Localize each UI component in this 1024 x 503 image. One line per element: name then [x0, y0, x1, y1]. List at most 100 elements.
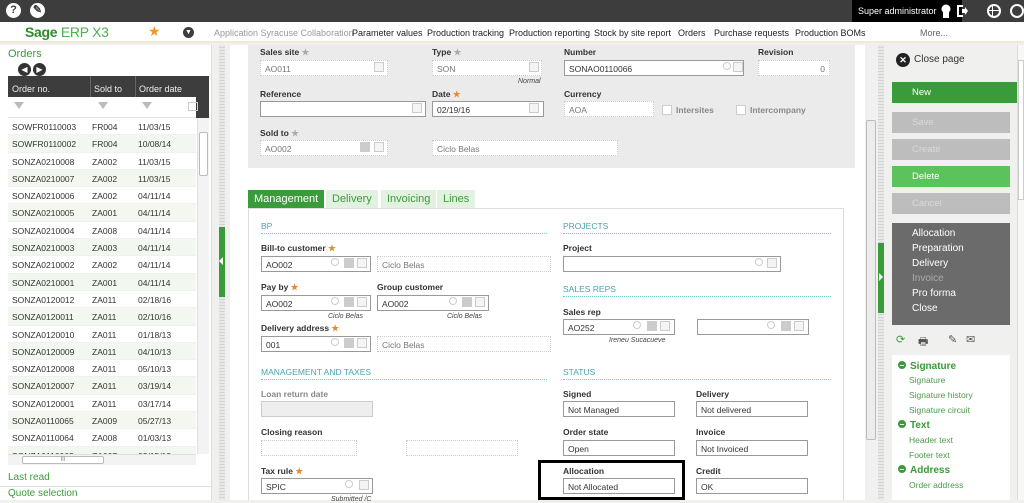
table-row[interactable]: SONZA0210005 ZA001 04/11/14: [8, 204, 196, 222]
go-to-icon[interactable]: [647, 321, 657, 331]
table-row[interactable]: SONZA0120011 ZA011 02/10/16: [8, 308, 196, 326]
nav-item-more[interactable]: More...: [920, 28, 948, 38]
search-icon[interactable]: [449, 297, 457, 305]
nav-item-syracuse-collaboration[interactable]: Application Syracuse Collaboration: [214, 28, 354, 38]
link-signature[interactable]: Signature: [909, 375, 945, 385]
main-vertical-scrollbar[interactable]: [865, 45, 877, 500]
detail-icon[interactable]: [357, 338, 367, 348]
collapse-left-panel-handle[interactable]: [219, 227, 225, 297]
table-row[interactable]: SONZA0210001 ZA001 04/11/14: [8, 273, 196, 291]
nav-item-orders[interactable]: Orders: [678, 28, 706, 38]
link-group-address[interactable]: Address: [898, 465, 950, 476]
logo[interactable]: Sage ERP X3: [25, 24, 109, 40]
logout-icon[interactable]: [956, 4, 968, 18]
table-row[interactable]: SOWFR0110002 FR004 10/08/14: [8, 135, 196, 153]
revision-field[interactable]: 0: [758, 60, 830, 76]
nav-item-production-tracking[interactable]: Production tracking: [427, 28, 504, 38]
cancel-button[interactable]: Cancel: [892, 193, 1010, 214]
collapse-right-panel-handle[interactable]: [878, 243, 884, 313]
filter-icon[interactable]: [14, 102, 24, 109]
table-row[interactable]: SONZA0210006 ZA002 04/11/14: [8, 187, 196, 205]
number-field[interactable]: SONAO0110066: [564, 60, 744, 76]
user-name[interactable]: Super administrator: [858, 6, 937, 16]
nav-item-production-reporting[interactable]: Production reporting: [509, 28, 590, 38]
filter-icon[interactable]: [142, 102, 152, 109]
column-header-sold-to[interactable]: Sold to: [94, 84, 122, 94]
detail-icon[interactable]: [529, 62, 539, 72]
detail-icon[interactable]: [733, 62, 743, 72]
pay-by-field[interactable]: AO002: [261, 295, 371, 311]
table-row[interactable]: SONZA0210007 ZA002 11/03/15: [8, 169, 196, 188]
right-panel-scrollbar[interactable]: [1017, 45, 1024, 500]
go-to-icon[interactable]: [781, 321, 791, 331]
vertical-scrollbar[interactable]: [197, 118, 209, 454]
previous-arrow-icon[interactable]: ◀: [18, 63, 31, 76]
table-row[interactable]: SONZA0210008 ZA002 11/03/15: [8, 153, 196, 170]
last-read-link[interactable]: Last read: [8, 472, 50, 483]
detail-icon[interactable]: [767, 258, 777, 268]
detail-icon[interactable]: [475, 297, 485, 307]
next-arrow-icon[interactable]: ▶: [33, 63, 46, 76]
type-field[interactable]: SON: [432, 60, 542, 76]
detail-icon[interactable]: [412, 103, 422, 113]
intersites-checkbox[interactable]: [662, 105, 672, 115]
table-row[interactable]: SONZA0110065 ZA009 05/27/13: [8, 412, 196, 430]
calendar-icon[interactable]: [188, 102, 198, 111]
link-group-signature[interactable]: Signature: [898, 361, 956, 372]
chevron-down-icon[interactable]: ▼: [183, 27, 194, 38]
tab-lines[interactable]: Lines: [437, 190, 476, 208]
new-button[interactable]: New: [892, 82, 1018, 103]
horizontal-scrollbar[interactable]: III: [8, 454, 196, 465]
delivery-address-field[interactable]: 001: [261, 336, 371, 352]
help-icon[interactable]: ?: [6, 3, 21, 18]
globe-icon[interactable]: [987, 4, 1001, 18]
table-row[interactable]: SONZA0210002 ZA002 04/11/14: [8, 256, 196, 274]
search-icon[interactable]: [767, 321, 775, 329]
detail-icon[interactable]: [357, 297, 367, 307]
create-button[interactable]: Create: [892, 139, 1010, 160]
tab-delivery[interactable]: Delivery: [326, 190, 378, 208]
link-order-address[interactable]: Order address: [909, 480, 963, 490]
search-icon[interactable]: [755, 258, 763, 266]
user-avatar-icon[interactable]: [940, 4, 952, 18]
table-row[interactable]: SONZA0120008 ZA011 05/10/13: [8, 360, 196, 378]
search-icon[interactable]: [633, 321, 641, 329]
bill-to-field[interactable]: AO002: [261, 256, 371, 272]
sales-rep-field[interactable]: AO252: [563, 319, 675, 335]
table-row[interactable]: SONZA0210004 ZA008 04/11/14: [8, 222, 196, 240]
right-splitter[interactable]: [878, 45, 884, 500]
table-row[interactable]: SONZA0120009 ZA011 04/10/13: [8, 342, 196, 361]
calendar-icon[interactable]: [529, 103, 539, 113]
link-footer-text[interactable]: Footer text: [909, 450, 950, 460]
left-splitter[interactable]: [219, 45, 225, 500]
date-field[interactable]: 02/19/16: [432, 101, 544, 117]
closing-reason-field[interactable]: [261, 440, 357, 456]
table-row[interactable]: SONZA0120007 ZA011 03/19/14: [8, 377, 196, 395]
nav-item-parameter-values[interactable]: Parameter values: [352, 28, 423, 38]
detail-icon[interactable]: [359, 480, 369, 490]
table-row[interactable]: SONZA0110064 ZA008 01/03/13: [8, 429, 196, 447]
table-row[interactable]: SONZA0120001 ZA011 03/17/14: [8, 395, 196, 413]
table-row[interactable]: SOWFR0110003 FR004 11/03/15: [8, 118, 196, 136]
attachment-icon[interactable]: ✎: [948, 333, 957, 346]
sales-rep-2-field[interactable]: [697, 319, 809, 335]
link-group-text[interactable]: Text: [898, 420, 930, 431]
tab-invoicing[interactable]: Invoicing: [381, 190, 437, 208]
detail-icon[interactable]: [357, 258, 367, 268]
table-row[interactable]: SONZA0120010 ZA011 01/18/13: [8, 326, 196, 343]
refresh-icon[interactable]: ⟳: [896, 333, 905, 346]
filter-icon[interactable]: [98, 102, 108, 109]
go-to-icon[interactable]: [344, 258, 354, 268]
nav-item-stock-by-site-report[interactable]: Stock by site report: [594, 28, 671, 38]
intercompany-checkbox[interactable]: [736, 105, 746, 115]
table-row[interactable]: SONZA0120012 ZA011 02/18/16: [8, 291, 196, 309]
table-row[interactable]: SONZA0210003 ZA003 04/11/14: [8, 239, 196, 257]
quote-selection-link[interactable]: Quote selection: [8, 488, 78, 499]
column-header-order-no[interactable]: Order no.: [12, 84, 50, 94]
search-icon[interactable]: [723, 62, 731, 70]
detail-icon[interactable]: [794, 321, 804, 331]
group-customer-field[interactable]: AO002: [377, 295, 489, 311]
close-page-button[interactable]: ✕ Close page: [896, 53, 965, 67]
action-allocation[interactable]: Allocation: [912, 228, 1010, 243]
favorites-star-icon[interactable]: ★: [148, 23, 161, 40]
